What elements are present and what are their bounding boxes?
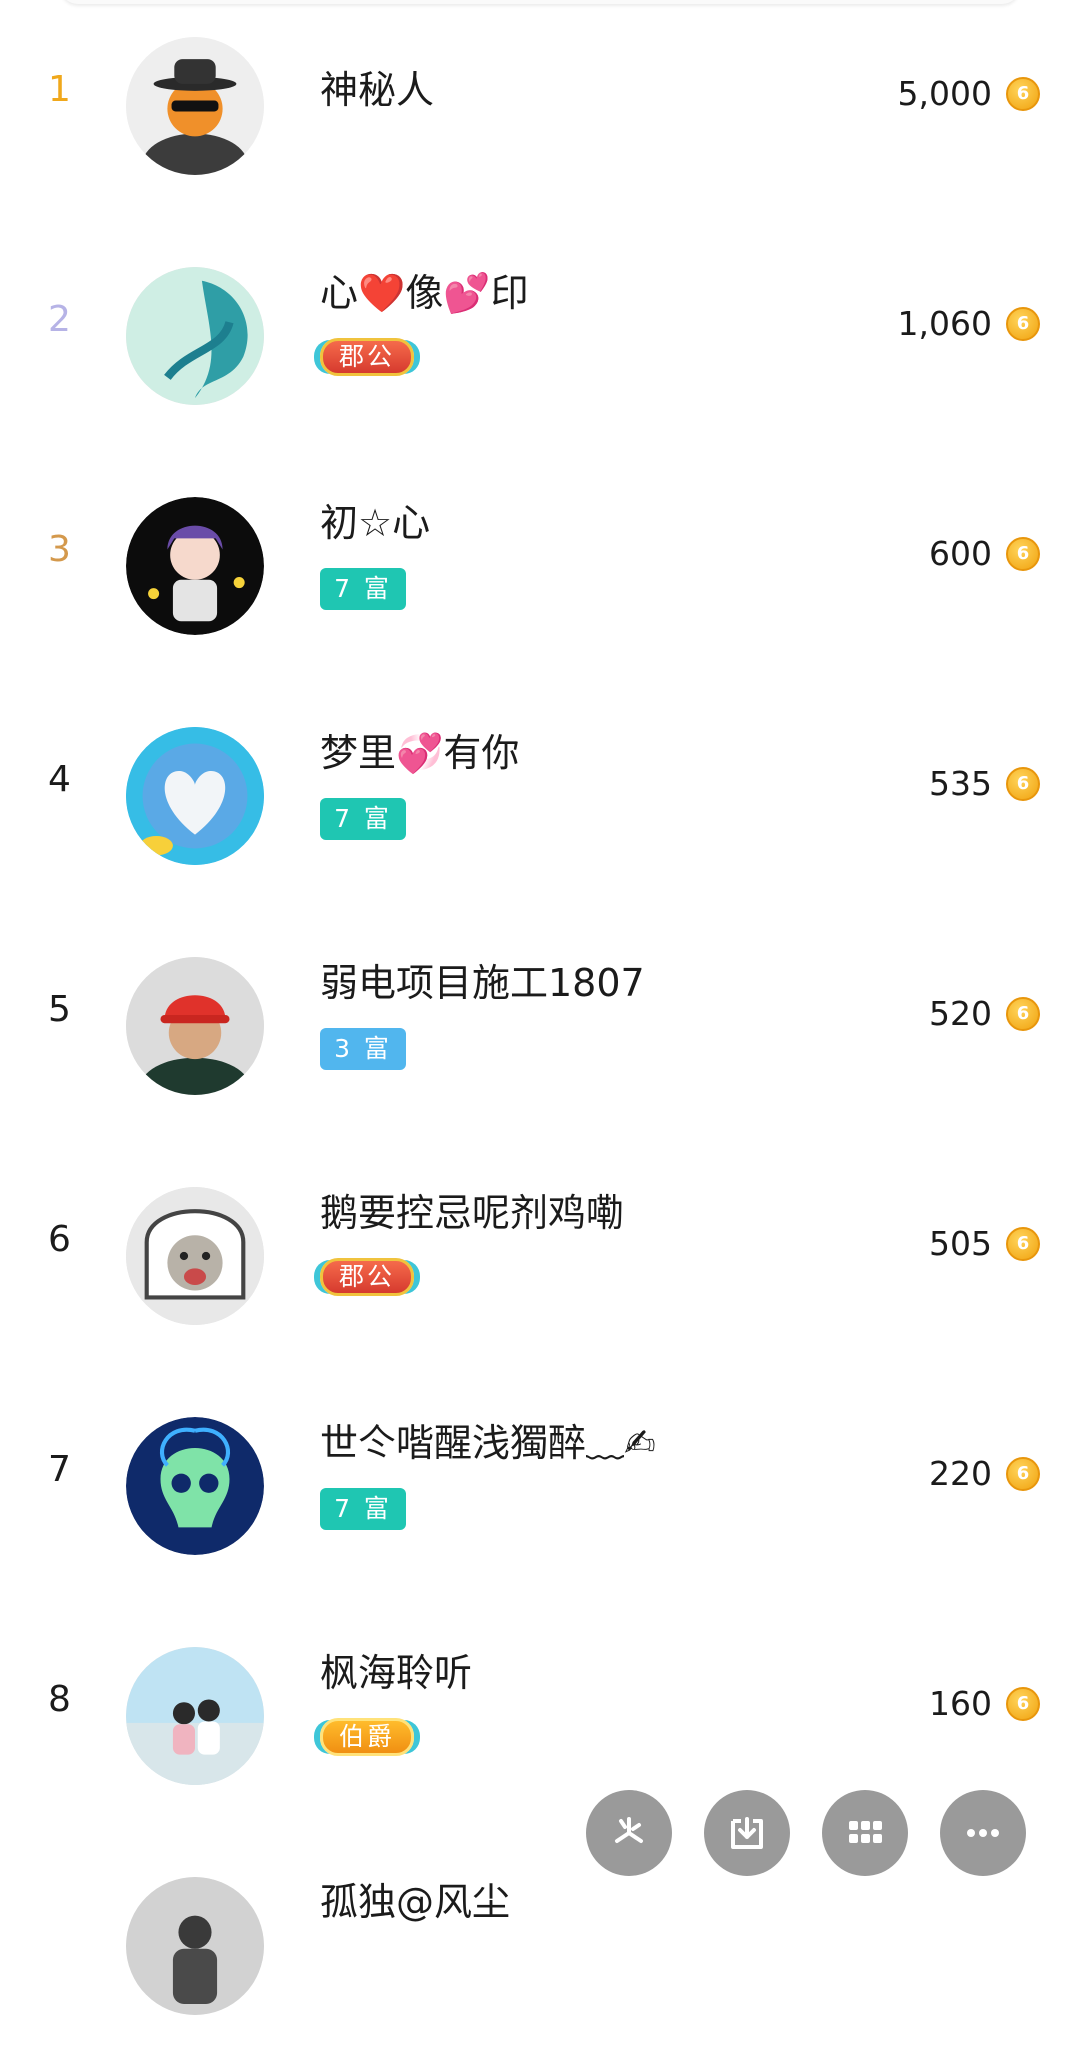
rank-number: 1 [48, 69, 71, 110]
avatar[interactable] [126, 1417, 264, 1555]
rank-number: 2 [48, 299, 71, 340]
pinwheel-icon [615, 1817, 643, 1843]
coin-icon: 6 [1006, 77, 1040, 111]
download-icon [731, 1817, 763, 1849]
coin-icon: 6 [1006, 1457, 1040, 1491]
avatar[interactable] [126, 267, 264, 405]
wealth-badge: 7 富 [320, 798, 406, 840]
contribution-amount: 220 [929, 1454, 992, 1493]
ranking-row-1[interactable]: 1 神秘人 5,000 6 [0, 0, 1080, 230]
avatar[interactable] [126, 1877, 264, 2015]
ranking-row-5[interactable]: 5 弱电项目施工1807 3 富 520 6 [0, 920, 1080, 1150]
user-name: 鹅要控忌呢剂鸡嘞 [320, 1191, 625, 1235]
rank-number: 6 [48, 1219, 71, 1260]
coin-icon: 6 [1006, 537, 1040, 571]
coin-icon: 6 [1006, 767, 1040, 801]
noble-badge: 郡公 [320, 1258, 414, 1296]
coin-icon: 6 [1006, 997, 1040, 1031]
avatar[interactable] [126, 497, 264, 635]
avatar[interactable] [126, 727, 264, 865]
user-name: 枫海聆听 [320, 1651, 473, 1695]
coin-icon: 6 [1006, 1227, 1040, 1261]
contribution-amount: 600 [929, 534, 992, 573]
coin-icon: 6 [1006, 307, 1040, 341]
contribution-amount: 520 [929, 994, 992, 1033]
user-name: 初☆心 [320, 501, 431, 545]
user-name: 世仒喈醒浅獨醉﹏✍ [320, 1421, 656, 1465]
ranking-row-3[interactable]: 3 初☆心 7 富 600 6 [0, 460, 1080, 690]
contribution-amount: 5,000 [897, 74, 992, 113]
ranking-row-4[interactable]: 4 梦里💞有你 7 富 535 6 [0, 690, 1080, 920]
avatar[interactable] [126, 1187, 264, 1325]
ranking-row-6[interactable]: 6 鹅要控忌呢剂鸡嘞 郡公 505 6 [0, 1150, 1080, 1380]
noble-badge: 伯爵 [320, 1718, 414, 1756]
wealth-badge: 7 富 [320, 568, 406, 610]
avatar[interactable] [126, 1647, 264, 1785]
noble-badge: 郡公 [320, 338, 414, 376]
avatar[interactable] [126, 37, 264, 175]
floating-action-bar [586, 1790, 1026, 1876]
rank-number: 8 [48, 1679, 71, 1720]
rank-number: 7 [48, 1449, 71, 1490]
rank-number: 4 [48, 759, 71, 800]
ranking-row-7[interactable]: 7 世仒喈醒浅獨醉﹏✍ 7 富 220 6 [0, 1380, 1080, 1610]
download-button[interactable] [704, 1790, 790, 1876]
user-name: 弱电项目施工1807 [320, 961, 645, 1005]
more-button[interactable] [940, 1790, 1026, 1876]
user-name: 神秘人 [320, 68, 435, 112]
wealth-badge: 7 富 [320, 1488, 406, 1530]
grid-button[interactable] [822, 1790, 908, 1876]
user-name: 心❤️像💕印 [320, 271, 529, 315]
grid-icon [849, 1821, 882, 1843]
rank-number: 3 [48, 529, 71, 570]
contribution-amount: 535 [929, 764, 992, 803]
ranking-row-2[interactable]: 2 心❤️像💕印 郡公 1,060 6 [0, 230, 1080, 460]
wealth-badge: 3 富 [320, 1028, 406, 1070]
contribution-amount: 1,060 [897, 304, 992, 343]
user-name: 梦里💞有你 [320, 731, 520, 775]
rank-number: 5 [48, 989, 71, 1030]
coin-icon: 6 [1006, 1687, 1040, 1721]
contribution-amount: 505 [929, 1224, 992, 1263]
contribution-amount: 160 [929, 1684, 992, 1723]
avatar[interactable] [126, 957, 264, 1095]
more-icon [967, 1829, 999, 1837]
pinwheel-button[interactable] [586, 1790, 672, 1876]
